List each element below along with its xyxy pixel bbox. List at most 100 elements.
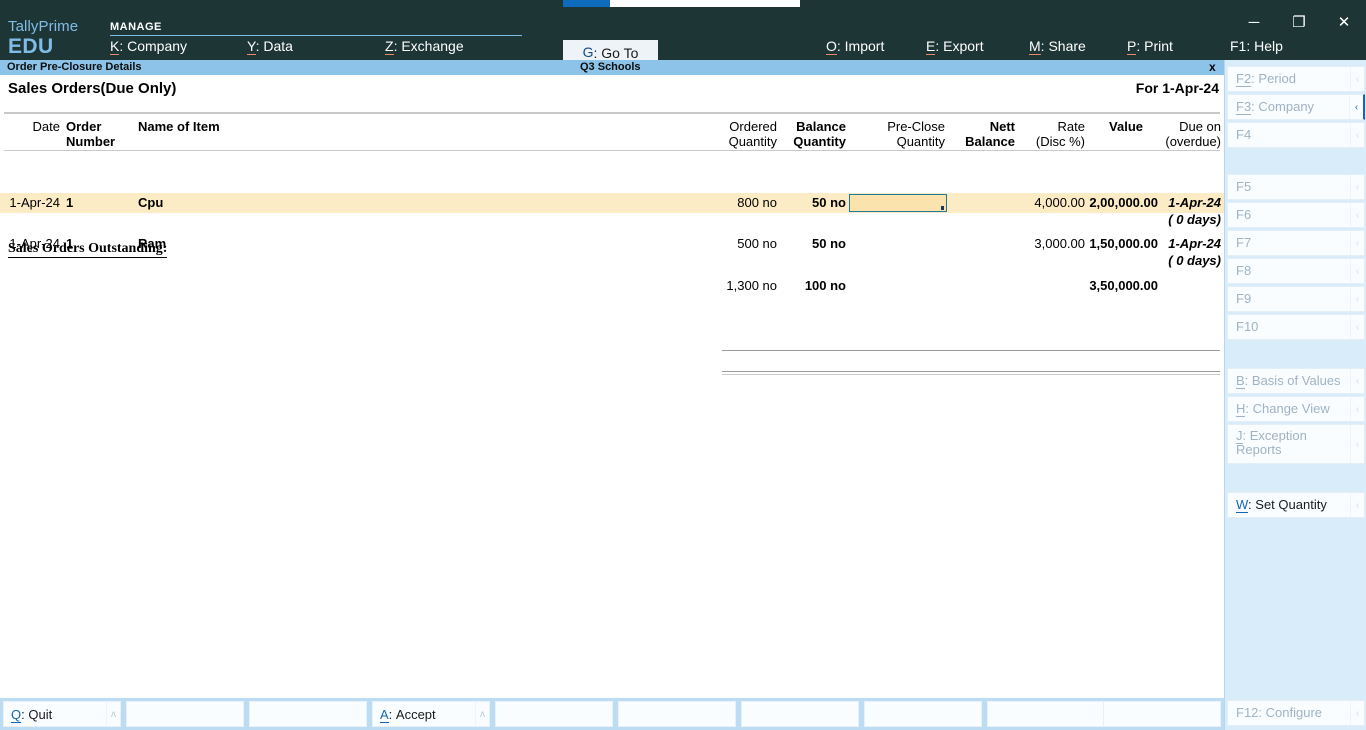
sidebar-item-label: F10 [1228, 320, 1258, 334]
menu-share-key: M [1029, 38, 1041, 55]
menu-company[interactable]: K: Company [110, 38, 187, 55]
sidebar-item-f3-company[interactable]: F3: Company ‹ [1227, 94, 1365, 120]
chevron-left-icon: ‹ [1350, 231, 1364, 255]
menu-company-key: K [110, 38, 120, 55]
sidebar-item-f7[interactable]: F7 ‹ [1227, 230, 1365, 256]
menu-import[interactable]: O: Import [826, 38, 885, 55]
sidebar-item-key: B [1236, 373, 1245, 389]
sidebar-item-text: Company [1258, 99, 1315, 114]
sidebar-item-f12-configure[interactable]: F12: Configure ‹ [1227, 700, 1365, 726]
sidebar-item-exception-reports[interactable]: J: Exception Reports ‹ [1227, 424, 1365, 464]
bottom-button-3[interactable] [249, 701, 367, 727]
sidebar-item-label: F6 [1228, 208, 1251, 222]
row-item-name: Ram [138, 236, 167, 251]
sidebar-item-f4[interactable]: F4 ‹ [1227, 122, 1365, 148]
accept-button[interactable]: A: Accept ʌ [372, 701, 490, 727]
screen-company-bar: Order Pre-Closure Details Q3 Schools x [0, 60, 1366, 75]
top-menu-bar: TallyPrime EDU MANAGE K: Company Y: Data… [0, 7, 1366, 65]
menu-export-label: Export [943, 38, 984, 54]
sidebar-item-set-quantity[interactable]: W: Set Quantity ‹ [1227, 492, 1365, 518]
sidebar-item-label: W: Set Quantity [1236, 497, 1327, 513]
chevron-left-icon: ‹ [1350, 67, 1364, 91]
sidebar-item-key: F4 [1236, 127, 1252, 142]
row-balance-quantity: 50 no [812, 236, 846, 251]
caret-up-icon: ʌ [106, 702, 120, 726]
chevron-left-icon: ‹ [1350, 397, 1364, 421]
chevron-left-icon: ‹ [1350, 493, 1364, 517]
tallyprime-window: TallyPrime EDU MANAGE K: Company Y: Data… [0, 0, 1366, 730]
sidebar-item-key: F5 [1236, 179, 1252, 194]
sidebar-item-text: Period [1258, 71, 1296, 86]
sidebar-item-basis-of-values[interactable]: B: Basis of Values ‹ [1227, 368, 1365, 394]
sidebar-item-key: F7 [1236, 235, 1252, 250]
chevron-left-icon: ‹ [1350, 315, 1364, 339]
sidebar-item-text: Exception Reports [1236, 428, 1307, 457]
sidebar-item-change-view[interactable]: H: Change View ‹ [1227, 396, 1365, 422]
bottom-button-2[interactable] [126, 701, 244, 727]
bottom-button-7[interactable] [741, 701, 859, 727]
brand-name: TallyPrime [8, 18, 79, 35]
menu-exchange[interactable]: Z: Exchange [385, 38, 464, 55]
preclose-quantity-input[interactable] [849, 194, 947, 212]
menu-print[interactable]: P: Print [1127, 38, 1173, 55]
sidebar-item-key: F10 [1236, 319, 1259, 334]
sidebar-item-f6[interactable]: F6 ‹ [1227, 202, 1365, 228]
minimize-icon[interactable]: ─ [1232, 9, 1276, 35]
quit-button[interactable]: Q: Quit ʌ [3, 701, 121, 727]
sidebar-item-f8[interactable]: F8 ‹ [1227, 258, 1365, 284]
quit-button-text: Quit [28, 706, 53, 722]
menu-share[interactable]: M: Share [1029, 38, 1086, 55]
column-header-order-number: Order Number [66, 119, 116, 149]
sidebar-item-text: Change View [1252, 401, 1330, 416]
header-rule-top [4, 112, 1220, 114]
bottom-button-5[interactable] [495, 701, 613, 727]
chevron-left-icon: ‹ [1349, 95, 1363, 119]
bottom-button-6[interactable] [618, 701, 736, 727]
menu-print-key: P [1127, 38, 1137, 55]
chevron-left-icon: ‹ [1350, 259, 1364, 283]
sidebar-item-key: F12 [1236, 705, 1259, 720]
sidebar-item-f2-period[interactable]: F2: Period ‹ [1227, 66, 1365, 92]
sidebar-item-f5[interactable]: F5 ‹ [1227, 174, 1365, 200]
bottom-button-10[interactable] [1103, 701, 1221, 727]
sidebar-item-f9[interactable]: F9 ‹ [1227, 286, 1365, 312]
page-title: Sales Orders(Due Only) [8, 80, 177, 97]
text-caret [941, 206, 944, 210]
bottom-button-9[interactable] [987, 701, 1105, 727]
manage-group-rule [110, 35, 522, 36]
menu-export[interactable]: E: Export [926, 38, 984, 55]
sidebar-item-label: F12: Configure [1236, 705, 1323, 720]
menu-help-key: F1 [1230, 38, 1247, 54]
row-overdue: ( 0 days) [1168, 253, 1221, 268]
goto-label: Go To [601, 44, 639, 61]
sidebar-item-key: H [1236, 401, 1246, 417]
quit-button-key: Q [11, 706, 22, 723]
manage-group-label: MANAGE [110, 21, 162, 33]
menu-import-label: Import [844, 38, 885, 54]
sidebar-item-text: Set Quantity [1255, 497, 1327, 512]
restore-icon[interactable]: ❐ [1277, 9, 1321, 35]
window-tab-active[interactable] [563, 0, 610, 7]
screen-name: Order Pre-Closure Details [7, 61, 142, 73]
chevron-left-icon: ‹ [1350, 123, 1364, 147]
sidebar-item-label: J: Exception Reports [1236, 428, 1307, 457]
close-report-icon[interactable]: x [1209, 60, 1216, 74]
quit-button-label: Q: Quit [11, 706, 53, 723]
bottom-button-8[interactable] [864, 701, 982, 727]
menu-data-key: Y [247, 38, 256, 55]
menu-help[interactable]: F1: Help [1230, 38, 1283, 54]
chevron-left-icon: ‹ [1350, 701, 1364, 725]
menu-import-key: O [826, 38, 837, 55]
restore-glyph: ❐ [1292, 13, 1306, 31]
column-header-rate: Rate (Disc %) [1035, 119, 1085, 149]
row-item-name: Cpu [138, 195, 164, 210]
column-header-due-on: Due on (overdue) [1165, 119, 1221, 149]
sidebar-item-key: F3 [1236, 99, 1252, 115]
sidebar-item-f10[interactable]: F10 ‹ [1227, 314, 1365, 340]
close-icon[interactable]: ✕ [1322, 9, 1366, 35]
menu-print-label: Print [1144, 38, 1173, 54]
report-body: Sales Orders(Due Only) For 1-Apr-24 Date… [0, 75, 1224, 698]
close-glyph: ✕ [1337, 13, 1351, 31]
menu-data[interactable]: Y: Data [247, 38, 293, 55]
sidebar-item-key: F9 [1236, 291, 1252, 306]
